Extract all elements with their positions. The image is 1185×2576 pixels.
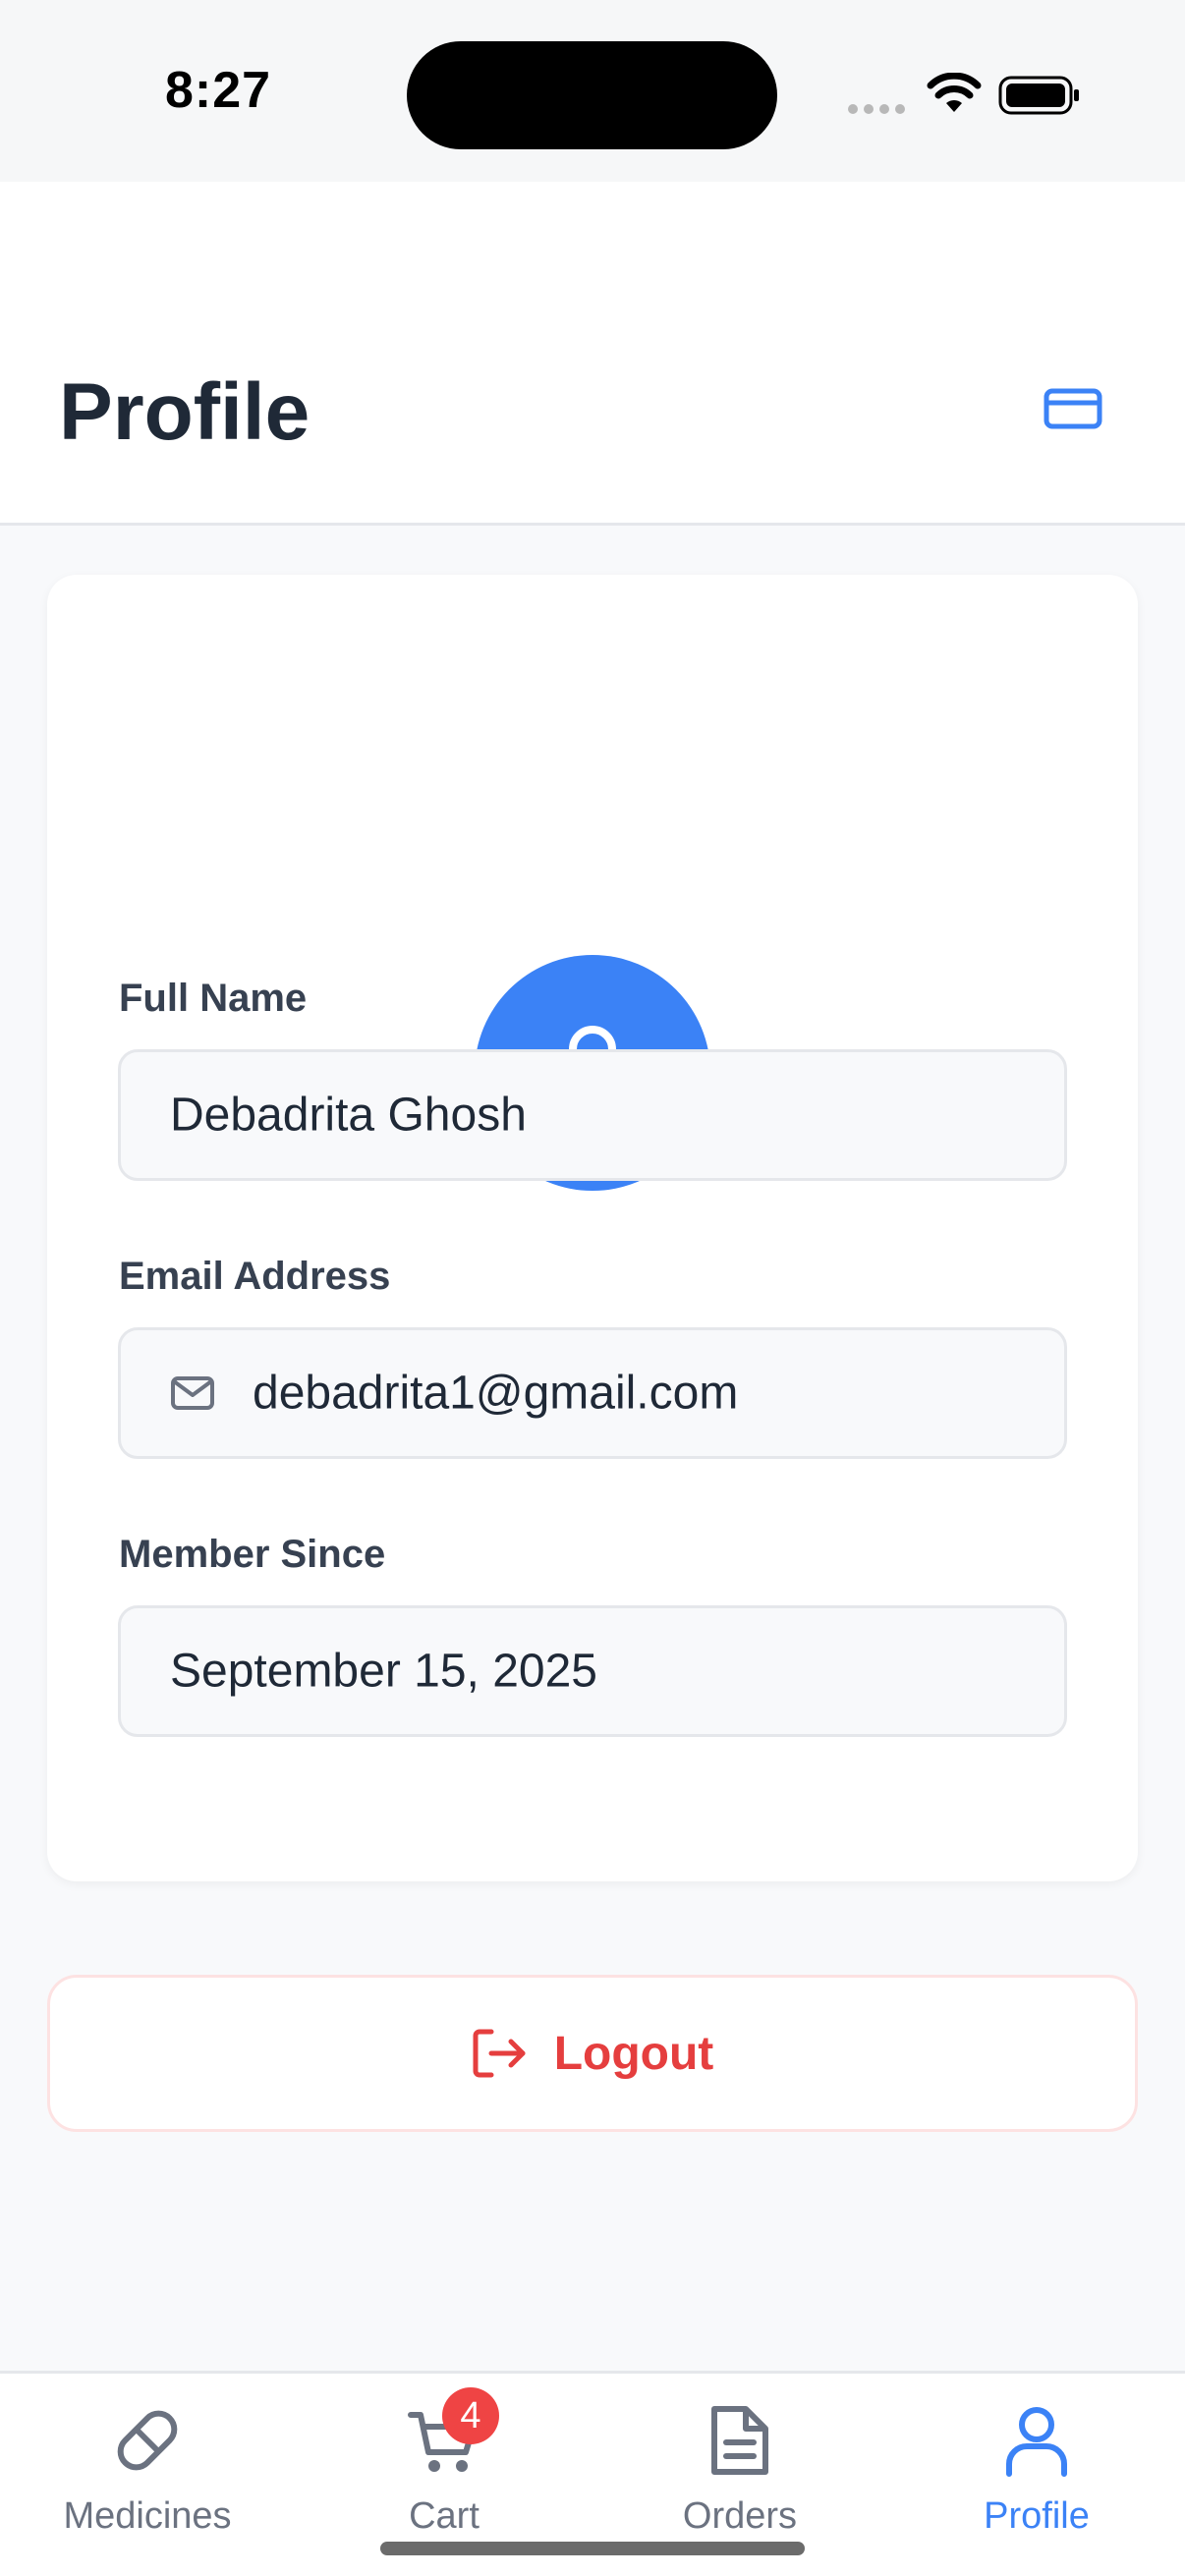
- document-icon: [711, 2406, 768, 2475]
- home-indicator: [380, 2542, 805, 2555]
- logout-icon: [473, 2029, 526, 2078]
- status-bar: 8:27: [0, 0, 1185, 182]
- battery-icon: [998, 76, 1079, 115]
- member-since-value: September 15, 2025: [170, 1645, 597, 1698]
- wifi-icon: [927, 73, 982, 112]
- header: [0, 182, 1185, 526]
- email-field[interactable]: debadrita1@gmail.com: [118, 1327, 1067, 1459]
- logout-label: Logout: [553, 2027, 714, 2080]
- full-name-field[interactable]: Debadrita Ghosh: [118, 1049, 1067, 1181]
- mail-icon: [171, 1376, 214, 1410]
- tab-cart[interactable]: 4 Cart: [297, 2374, 592, 2570]
- dynamic-island: [407, 41, 777, 149]
- tab-label-orders: Orders: [682, 2495, 798, 2537]
- cellular-signal-icon: [848, 104, 905, 114]
- tab-orders[interactable]: Orders: [592, 2374, 887, 2570]
- profile-screen: 8:27 Profile Full Name Debadrita Ghosh E…: [0, 0, 1185, 2576]
- tab-label-profile: Profile: [984, 2495, 1090, 2537]
- cart-badge: 4: [442, 2387, 499, 2444]
- full-name-value: Debadrita Ghosh: [170, 1089, 527, 1142]
- member-since-field[interactable]: September 15, 2025: [118, 1605, 1067, 1737]
- logout-button[interactable]: Logout: [47, 1975, 1138, 2132]
- full-name-label: Full Name: [119, 977, 308, 1020]
- tab-label-medicines: Medicines: [63, 2495, 232, 2537]
- tab-profile[interactable]: Profile: [889, 2374, 1184, 2570]
- email-value: debadrita1@gmail.com: [253, 1367, 739, 1420]
- credit-card-icon[interactable]: [1044, 386, 1102, 431]
- page-title: Profile: [59, 367, 310, 457]
- tab-medicines[interactable]: Medicines: [0, 2374, 295, 2570]
- email-label: Email Address: [119, 1255, 391, 1298]
- user-icon: [1006, 2407, 1067, 2477]
- pill-icon: [117, 2410, 178, 2471]
- status-time: 8:27: [165, 62, 272, 119]
- tab-label-cart: Cart: [409, 2495, 480, 2537]
- member-since-label: Member Since: [119, 1533, 386, 1576]
